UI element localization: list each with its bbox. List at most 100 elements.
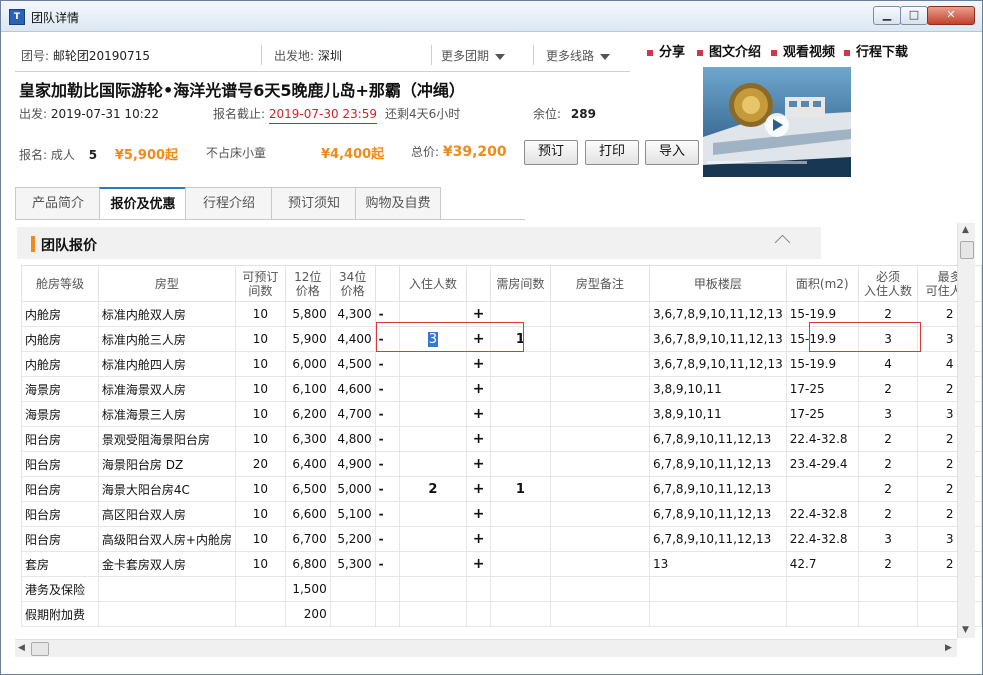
cabin-class-cell: 港务及保险 xyxy=(21,576,99,602)
price-34-cell: 4,800 xyxy=(329,426,376,452)
signup-deadline-value: 2019-07-30 23:59 xyxy=(268,107,378,124)
increase-occupants-button[interactable]: + xyxy=(466,351,492,377)
collapse-icon[interactable] xyxy=(774,234,791,251)
share-link[interactable]: 分享 xyxy=(647,41,685,60)
scrollbar-thumb[interactable] xyxy=(31,642,49,656)
decrease-occupants-button[interactable]: - xyxy=(374,401,400,427)
decrease-occupants-button[interactable]: - xyxy=(374,351,400,377)
occupants-input[interactable] xyxy=(398,426,468,452)
cabin-class-cell: 假期附加费 xyxy=(21,601,99,627)
table-row: 港务及保险 1,500 xyxy=(21,576,982,602)
bullet-icon xyxy=(844,49,850,56)
more-dates-dropdown[interactable]: 更多团期 xyxy=(441,47,506,64)
deck-floors-cell: 3,6,7,8,9,10,11,12,13 xyxy=(649,326,787,352)
departure-time-label: 出发: xyxy=(19,107,48,121)
close-button[interactable]: ✕ xyxy=(927,6,975,25)
min-occupants-cell: 2 xyxy=(857,551,919,577)
increase-occupants-button[interactable]: + xyxy=(466,376,492,402)
more-routes-dropdown[interactable]: 更多线路 xyxy=(546,47,611,64)
column-header: 舱房等级 xyxy=(21,265,99,302)
room-note-cell xyxy=(549,426,651,452)
scroll-right-icon[interactable]: ▶ xyxy=(945,643,952,653)
scroll-down-icon[interactable]: ▼ xyxy=(962,625,969,635)
divider xyxy=(431,45,432,65)
vertical-scrollbar[interactable]: ▲ ▼ xyxy=(957,223,975,638)
adult-label: 报名: 成人 xyxy=(19,148,75,162)
watch-video-link[interactable]: 观看视频 xyxy=(771,41,835,60)
video-thumbnail[interactable] xyxy=(703,67,851,177)
increase-occupants-button[interactable]: + xyxy=(466,551,492,577)
occupants-input[interactable] xyxy=(398,501,468,527)
child-label: 不占床小童 xyxy=(206,146,267,160)
photo-intro-link[interactable]: 图文介绍 xyxy=(697,41,761,60)
occupants-input[interactable] xyxy=(398,351,468,377)
decrease-occupants-button[interactable]: - xyxy=(374,376,400,402)
cabin-class-cell: 阳台房 xyxy=(21,501,99,527)
increase-occupants-button[interactable]: + xyxy=(466,501,492,527)
horizontal-scrollbar[interactable]: ◀ ▶ xyxy=(15,639,957,657)
area-cell xyxy=(785,601,859,627)
cruise-ship-image xyxy=(703,67,851,177)
increase-occupants-button[interactable]: + xyxy=(466,426,492,452)
decrease-occupants-button[interactable]: - xyxy=(374,451,400,477)
increase-occupants-button[interactable]: + xyxy=(466,401,492,427)
seats-left: 余位: 289 xyxy=(533,105,596,122)
increase-occupants-button xyxy=(466,601,492,627)
decrease-occupants-button[interactable]: - xyxy=(374,526,400,552)
decrease-occupants-button[interactable]: - xyxy=(374,551,400,577)
price-12-cell: 6,500 xyxy=(284,476,331,502)
available-rooms-cell: 10 xyxy=(234,376,286,402)
occupants-input[interactable] xyxy=(398,451,468,477)
scroll-left-icon[interactable]: ◀ xyxy=(18,643,25,653)
print-button[interactable]: 打印 xyxy=(585,140,639,165)
available-rooms-cell: 10 xyxy=(234,551,286,577)
chevron-down-icon xyxy=(600,53,611,60)
total-price: 总价: ¥39,200 xyxy=(411,143,507,160)
decrease-occupants-button[interactable]: - xyxy=(374,426,400,452)
decrease-occupants-button[interactable]: - xyxy=(374,501,400,527)
area-cell: 15-19.9 xyxy=(785,351,859,377)
available-rooms-cell: 10 xyxy=(234,426,286,452)
increase-occupants-button[interactable]: + xyxy=(466,476,492,502)
occupants-input[interactable] xyxy=(398,376,468,402)
column-header: 可预订 间数 xyxy=(234,265,286,302)
increase-occupants-button[interactable]: + xyxy=(466,451,492,477)
maximize-button[interactable]: □ xyxy=(900,6,928,25)
room-type-cell xyxy=(97,601,236,627)
occupants-input[interactable] xyxy=(398,551,468,577)
column-header xyxy=(374,265,400,302)
occupants-input[interactable] xyxy=(398,401,468,427)
departure-city-value: 深圳 xyxy=(317,49,342,63)
room-note-cell xyxy=(549,601,651,627)
room-type-cell: 景观受阻海景阳台房 xyxy=(97,426,236,452)
rooms-needed-cell xyxy=(490,526,551,552)
occupants-input xyxy=(398,576,468,602)
window-title: 团队详情 xyxy=(31,11,80,25)
tab-booking-notice[interactable]: 预订须知 xyxy=(271,187,357,219)
occupants-input[interactable]: 2 xyxy=(398,476,468,502)
import-button[interactable]: 导入 xyxy=(645,140,699,165)
itinerary-download-link[interactable]: 行程下载 xyxy=(844,41,908,60)
decrease-occupants-button[interactable]: - xyxy=(374,476,400,502)
price-34-cell xyxy=(329,601,376,627)
increase-occupants-button[interactable]: + xyxy=(466,526,492,552)
price-12-cell: 6,200 xyxy=(284,401,331,427)
occupants-input[interactable] xyxy=(398,526,468,552)
minimize-button[interactable]: ▁ xyxy=(873,6,901,25)
scrollbar-thumb[interactable] xyxy=(960,241,974,259)
book-button[interactable]: 预订 xyxy=(524,140,578,165)
tab-product-intro[interactable]: 产品简介 xyxy=(15,187,101,219)
area-cell: 23.4-29.4 xyxy=(785,451,859,477)
tab-itinerary[interactable]: 行程介绍 xyxy=(185,187,273,219)
rooms-needed-cell xyxy=(490,576,551,602)
tab-shopping-extras[interactable]: 购物及自费 xyxy=(355,187,441,219)
tab-quotes-discounts[interactable]: 报价及优惠 xyxy=(99,187,187,220)
scroll-up-icon[interactable]: ▲ xyxy=(962,225,969,235)
min-occupants-cell: 4 xyxy=(857,351,919,377)
signup-deadline: 报名截止: 2019-07-30 23:59 xyxy=(213,105,378,124)
selection-highlight xyxy=(809,322,921,352)
table-row: 内舱房 标准内舱四人房 10 6,000 4,500- +3,6,7,8,9,10,11,… xyxy=(21,351,982,377)
deck-floors-cell xyxy=(649,601,787,627)
room-note-cell xyxy=(549,376,651,402)
total-price-value: ¥39,200 xyxy=(442,144,507,160)
